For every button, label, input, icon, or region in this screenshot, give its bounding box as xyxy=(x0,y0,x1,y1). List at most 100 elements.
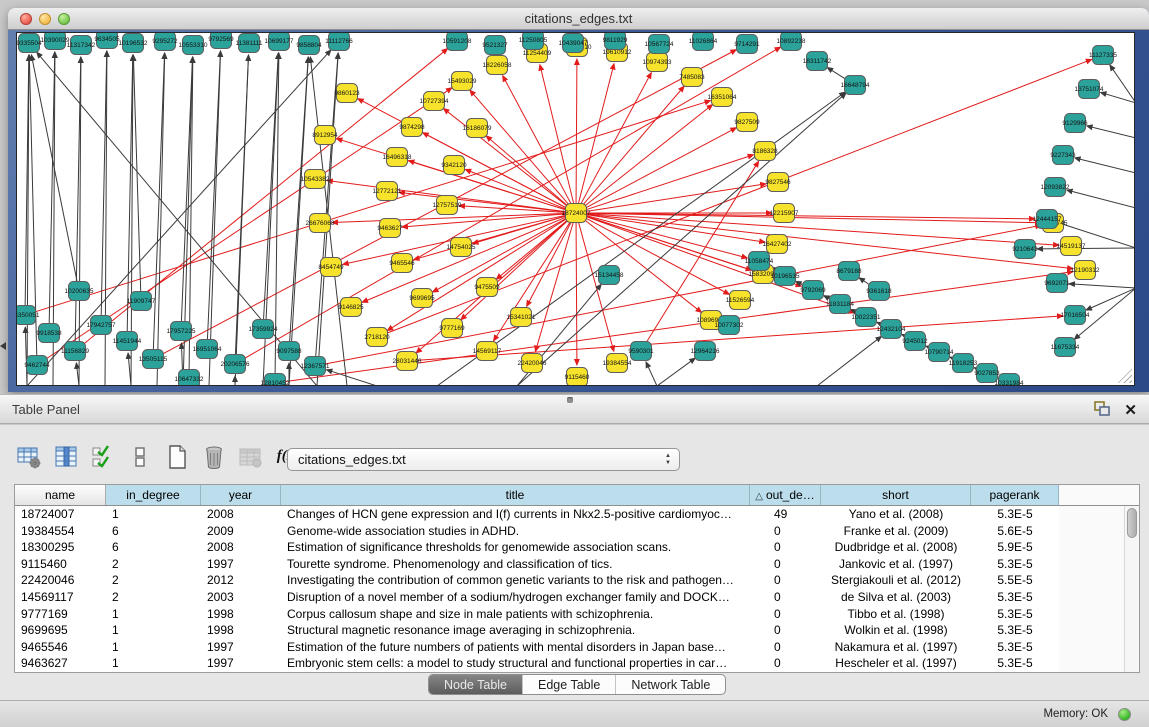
network-node[interactable]: 8186328 xyxy=(752,142,778,161)
network-node[interactable]: 12772121 xyxy=(373,182,402,201)
network-node[interactable]: 12810452 xyxy=(261,374,290,386)
network-node[interactable]: 9827546 xyxy=(765,173,791,192)
network-node[interactable]: 10196535 xyxy=(771,267,800,286)
splitter-handle[interactable] xyxy=(567,397,573,403)
network-node[interactable]: 9462744 xyxy=(24,356,50,375)
network-node[interactable]: 10790714 xyxy=(925,343,954,362)
tab-network-table[interactable]: Network Table xyxy=(616,675,725,694)
network-node[interactable]: 28031446 xyxy=(393,352,422,371)
network-node[interactable]: 11381111 xyxy=(236,34,263,53)
network-node[interactable]: 11909747 xyxy=(127,292,156,311)
network-node[interactable]: 9714291 xyxy=(734,35,760,54)
network-node[interactable]: 11112766 xyxy=(325,33,353,51)
network-node[interactable]: 2718120 xyxy=(364,328,390,347)
network-node[interactable]: 18311742 xyxy=(803,52,832,71)
network-node[interactable]: 12215907 xyxy=(770,204,799,223)
network-node[interactable]: 13751074 xyxy=(1075,80,1104,99)
table-row[interactable]: 969969511998Structural magnetic resonanc… xyxy=(15,622,1124,639)
network-node[interactable]: 11026864 xyxy=(689,33,718,51)
network-node[interactable]: 10439047 xyxy=(559,34,588,53)
panel-collapse-arrow[interactable] xyxy=(0,342,6,350)
network-node[interactable]: 11831184 xyxy=(826,295,854,314)
network-node[interactable]: 9129966 xyxy=(1062,114,1088,133)
tab-node-table[interactable]: Node Table xyxy=(429,675,523,694)
network-node[interactable]: 9692071 xyxy=(1044,274,1070,293)
network-node[interactable]: 11127335 xyxy=(1089,46,1117,65)
network-node[interactable]: 12093822 xyxy=(1041,178,1070,197)
network-node[interactable]: 10553310 xyxy=(179,36,208,55)
network-node[interactable]: 9146825 xyxy=(338,298,364,317)
network-node[interactable]: 10892238 xyxy=(777,33,806,51)
network-node[interactable]: 11918253 xyxy=(949,354,978,373)
network-node[interactable]: 9777169 xyxy=(439,319,465,338)
network-node[interactable]: 11250805 xyxy=(519,33,548,50)
network-node[interactable]: 12190312 xyxy=(1071,261,1100,280)
table-options-icon[interactable] xyxy=(15,443,43,470)
network-node[interactable]: 15134458 xyxy=(595,266,624,285)
network-node[interactable]: 17359924 xyxy=(249,320,278,339)
network-node[interactable]: 9521327 xyxy=(482,36,508,55)
network-node[interactable]: 16427402 xyxy=(763,235,792,254)
network-node[interactable]: 12367571 xyxy=(301,357,330,376)
network-node[interactable]: 16951064 xyxy=(193,340,222,359)
network-node[interactable]: 18724007 xyxy=(562,204,591,223)
network-node[interactable]: 9335504 xyxy=(17,34,42,53)
table-row[interactable]: 2242004622012Investigating the contribut… xyxy=(15,572,1124,589)
network-node[interactable]: 9792569 xyxy=(208,33,234,49)
network-node[interactable]: 14569117 xyxy=(473,342,502,361)
network-node[interactable]: 9792069 xyxy=(800,281,826,300)
minimize-window-button[interactable] xyxy=(39,13,51,25)
network-node[interactable]: 9097588 xyxy=(276,342,302,361)
table-scrollbar-thumb[interactable] xyxy=(1127,508,1137,538)
network-node[interactable]: 12757519 xyxy=(433,196,462,215)
network-node[interactable]: 9342120 xyxy=(441,156,467,175)
network-node[interactable]: 12964216 xyxy=(691,342,720,361)
network-canvas[interactable]: 1872400719384554911546022420046145691179… xyxy=(16,32,1135,386)
network-node[interactable]: 14754025 xyxy=(447,238,476,257)
network-node[interactable]: 13505115 xyxy=(139,350,168,369)
network-node[interactable]: 8454749 xyxy=(318,258,344,277)
network-node[interactable]: 11058474 xyxy=(745,252,774,271)
network-node[interactable]: 9227343 xyxy=(1050,146,1076,165)
network-node[interactable]: 17957225 xyxy=(167,322,196,341)
network-node[interactable]: 10390029 xyxy=(41,33,70,50)
table-select-dropdown[interactable]: citations_edges.txt ▲▼ xyxy=(287,448,680,471)
network-node[interactable]: 17942757 xyxy=(87,316,116,335)
table-row[interactable]: 1872400712008Changes of HCN gene express… xyxy=(15,506,1124,523)
network-node[interactable]: 10974393 xyxy=(643,53,672,72)
network-node[interactable]: 11317342 xyxy=(67,36,96,55)
network-node[interactable]: 12444157 xyxy=(1033,210,1062,229)
network-node[interactable]: 16496318 xyxy=(383,148,412,167)
network-node[interactable]: 10591208 xyxy=(443,33,472,51)
network-node[interactable]: 9860123 xyxy=(334,84,360,103)
network-node[interactable]: 9858804 xyxy=(296,36,322,55)
memory-status-indicator[interactable] xyxy=(1118,708,1131,721)
network-node[interactable]: 9699695 xyxy=(409,289,435,308)
unselect-columns-icon[interactable] xyxy=(126,443,154,470)
table-row[interactable]: 911546021997Tourette syndrome. Phenomeno… xyxy=(15,556,1124,573)
network-node[interactable]: 15341021 xyxy=(507,308,536,327)
network-node[interactable]: 17016504 xyxy=(1061,306,1090,325)
network-node[interactable]: 16186079 xyxy=(463,119,492,138)
network-svg[interactable]: 1872400719384554911546022420046145691179… xyxy=(17,33,1134,385)
network-node[interactable]: 12432104 xyxy=(877,320,906,339)
network-node[interactable]: 16351064 xyxy=(708,88,737,107)
network-node[interactable]: 10196532 xyxy=(119,34,148,53)
network-node[interactable]: 7485083 xyxy=(679,68,705,87)
table-row[interactable]: 1830029562008Estimation of significance … xyxy=(15,539,1124,556)
network-node[interactable]: 9361618 xyxy=(866,282,892,301)
network-node[interactable]: 9210643 xyxy=(1012,240,1038,259)
column-header-pagerank[interactable]: pagerank xyxy=(971,485,1059,505)
network-node[interactable]: 10543382 xyxy=(301,170,330,189)
float-panel-icon[interactable] xyxy=(1094,401,1110,421)
close-panel-icon[interactable]: ✕ xyxy=(1124,403,1137,419)
network-node[interactable]: 10567724 xyxy=(645,35,674,54)
network-node[interactable]: 20206576 xyxy=(221,355,250,374)
network-node[interactable]: 10647332 xyxy=(175,370,204,386)
network-node[interactable]: 9827509 xyxy=(734,113,760,132)
network-node[interactable]: 9811929 xyxy=(603,33,628,50)
show-columns-icon[interactable] xyxy=(52,443,80,470)
network-node[interactable]: 15493029 xyxy=(448,72,477,91)
network-node[interactable]: 11156829 xyxy=(61,342,89,361)
network-node[interactable]: 11675334 xyxy=(1051,338,1080,357)
